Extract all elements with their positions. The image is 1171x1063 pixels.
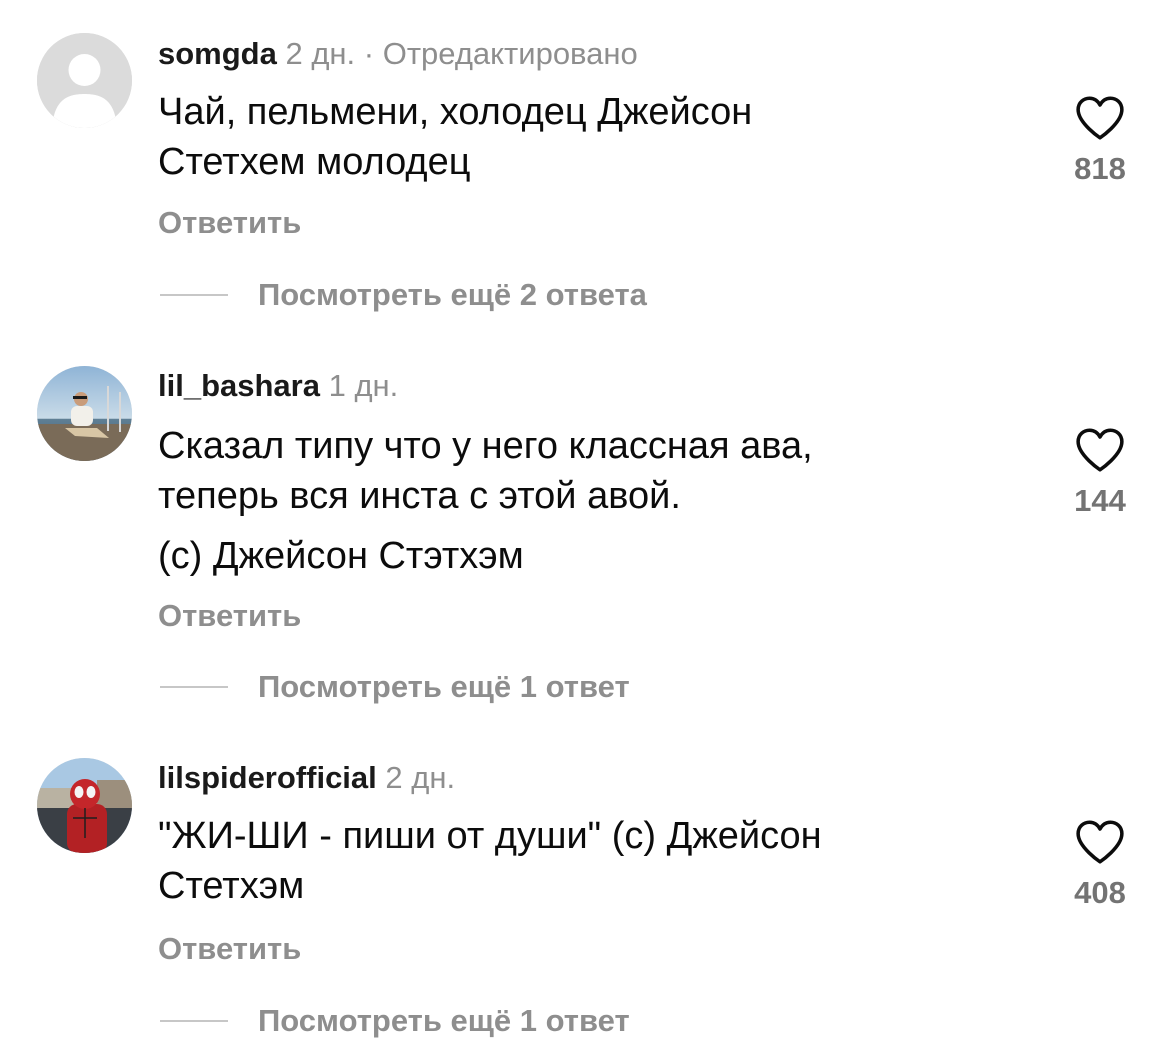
like-count: 144 xyxy=(1074,483,1126,518)
reply-button[interactable]: Ответить xyxy=(158,205,301,241)
heart-icon[interactable] xyxy=(1075,819,1125,865)
comment-text: Чай, пельмени, холодец Джейсон Стетхем м… xyxy=(158,87,1018,187)
avatar[interactable] xyxy=(37,758,132,853)
like-group: 408 xyxy=(1052,819,1148,911)
comment-line: (с) Джейсон Стэтхэм xyxy=(158,535,524,577)
comment-line: Стетхэм xyxy=(158,865,305,907)
reply-button[interactable]: Ответить xyxy=(158,598,301,634)
comment-meta: lilspiderofficial 2 дн. xyxy=(158,760,455,796)
photo-avatar xyxy=(37,758,132,853)
photo-avatar xyxy=(37,366,132,461)
replies-divider xyxy=(160,686,228,688)
comment-text: "ЖИ-ШИ - пиши от души" (с) Джейсон Стетх… xyxy=(158,811,1018,911)
heart-icon[interactable] xyxy=(1075,427,1125,473)
comment-meta: lil_bashara 1 дн. xyxy=(158,368,398,404)
comment-meta: somgda 2 дн. · Отредактировано xyxy=(158,36,638,72)
default-avatar-icon xyxy=(37,33,132,128)
comment-line: Чай, пельмени, холодец Джейсон xyxy=(158,91,753,133)
replies-divider xyxy=(160,1020,228,1022)
comment-text: Сказал типу что у него классная ава, теп… xyxy=(158,421,1018,581)
replies-divider xyxy=(160,294,228,296)
view-replies-label: Посмотреть ещё 2 ответа xyxy=(258,277,647,312)
heart-icon[interactable] xyxy=(1075,95,1125,141)
comment-line: Сказал типу что у него классная ава, xyxy=(158,425,813,467)
username[interactable]: somgda xyxy=(158,36,277,71)
comment-line: "ЖИ-ШИ - пиши от души" (с) Джейсон xyxy=(158,815,822,857)
username[interactable]: lil_bashara xyxy=(158,368,320,403)
avatar[interactable] xyxy=(37,366,132,461)
like-count: 408 xyxy=(1074,875,1126,910)
view-replies-label: Посмотреть ещё 1 ответ xyxy=(258,669,630,704)
avatar[interactable] xyxy=(37,33,132,128)
like-group: 144 xyxy=(1052,427,1148,519)
like-group: 818 xyxy=(1052,95,1148,187)
comment-line: Стетхем молодец xyxy=(158,141,471,183)
username[interactable]: lilspiderofficial xyxy=(158,760,377,795)
timestamp: 1 дн. xyxy=(328,368,399,403)
timestamp: 2 дн. · Отредактировано xyxy=(285,36,638,71)
view-replies-label: Посмотреть ещё 1 ответ xyxy=(258,1003,630,1038)
like-count: 818 xyxy=(1074,151,1126,186)
comment-line: теперь вся инста с этой авой. xyxy=(158,475,681,517)
timestamp: 2 дн. xyxy=(385,760,456,795)
reply-button[interactable]: Ответить xyxy=(158,931,301,967)
